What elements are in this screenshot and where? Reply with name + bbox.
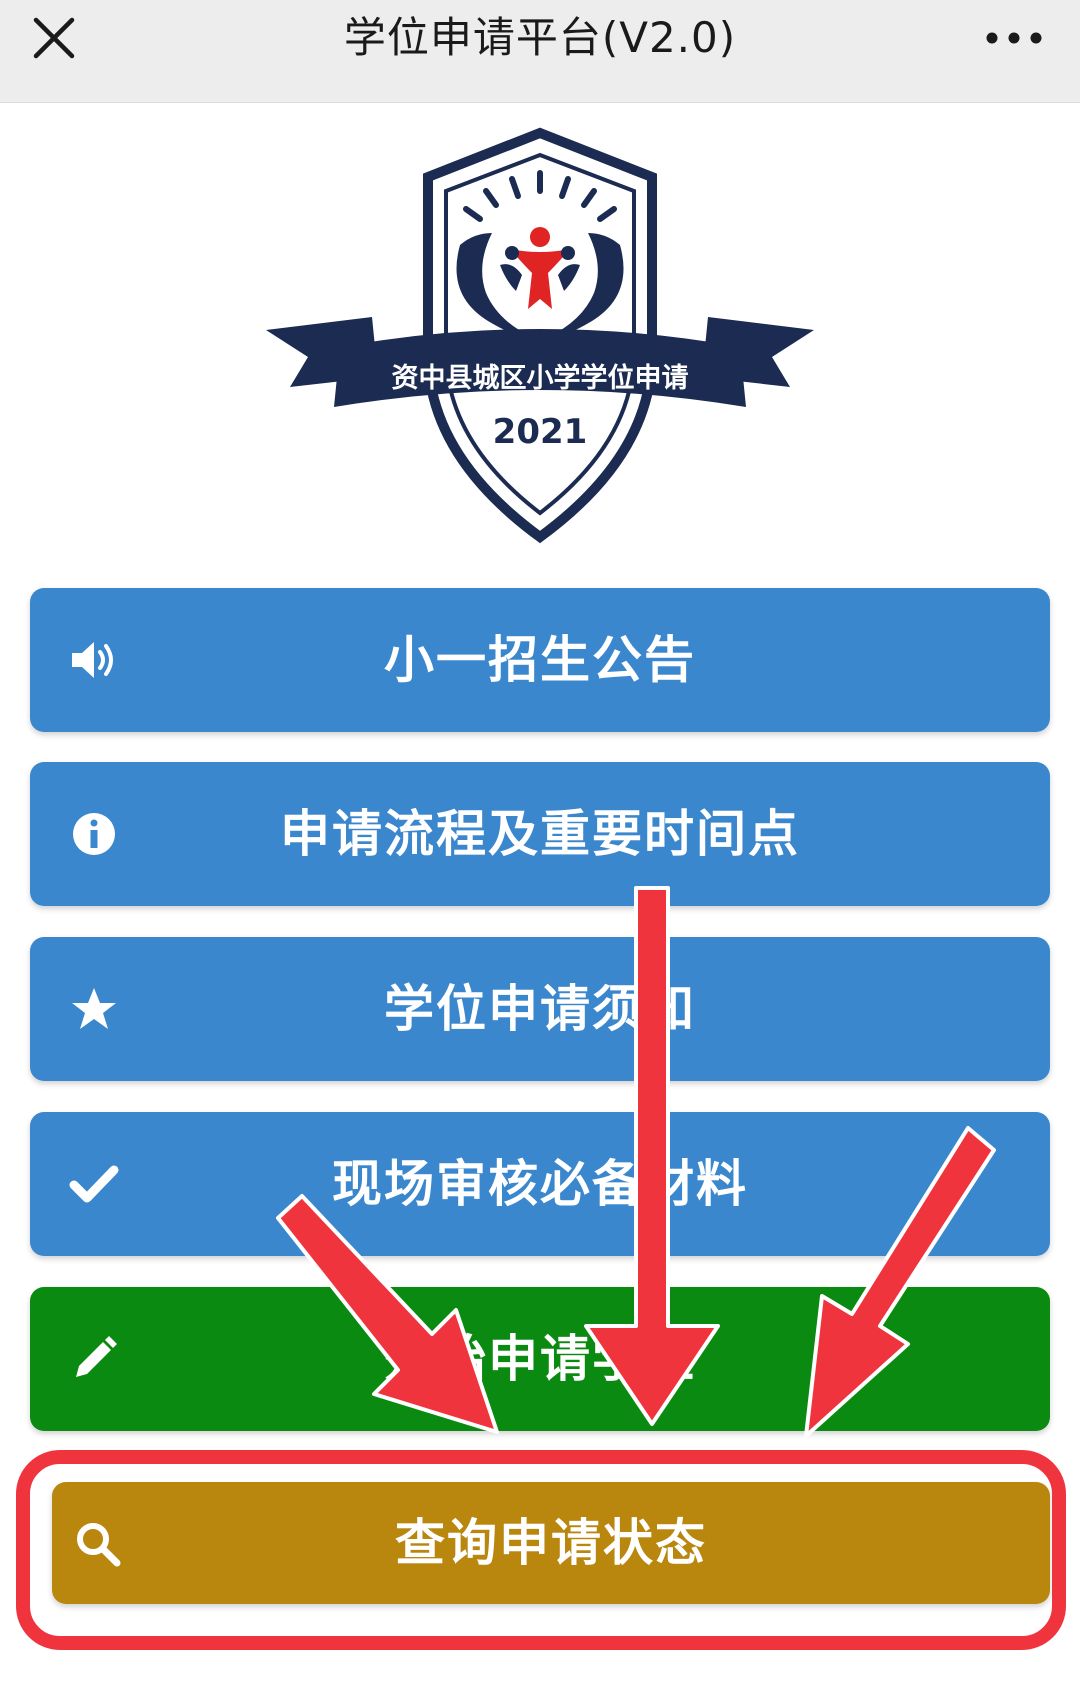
menu-item-label: 小一招生公告 [384, 631, 696, 689]
more-icon[interactable] [982, 20, 1046, 56]
menu-item-label: 学位申请须知 [384, 980, 696, 1038]
page-title: 学位申请平台(V2.0) [343, 13, 737, 62]
menu-item-label: 现场审核必备材料 [332, 1155, 748, 1213]
school-logo: 资中县城区小学学位申请 2021 [266, 127, 814, 544]
menu-item-required-materials[interactable]: 现场审核必备材料 [30, 1112, 1050, 1256]
menu-item-label: 查询申请状态 [395, 1514, 707, 1572]
menu-item-process-timeline[interactable]: 申请流程及重要时间点 [30, 762, 1050, 906]
title-bar: 学位申请平台(V2.0) [0, 0, 1080, 103]
logo-banner-text: 资中县城区小学学位申请 [392, 362, 689, 394]
menu-item-start-application[interactable]: 开始申请学位 [30, 1287, 1050, 1431]
logo-year: 2021 [493, 412, 588, 452]
menu-item-label: 开始申请学位 [384, 1330, 696, 1388]
menu-item-label: 申请流程及重要时间点 [280, 805, 800, 863]
menu-item-announcement[interactable]: 小一招生公告 [30, 588, 1050, 732]
menu-item-query-status[interactable]: 查询申请状态 [52, 1482, 1050, 1604]
menu-item-guidelines[interactable]: 学位申请须知 [30, 937, 1050, 1081]
